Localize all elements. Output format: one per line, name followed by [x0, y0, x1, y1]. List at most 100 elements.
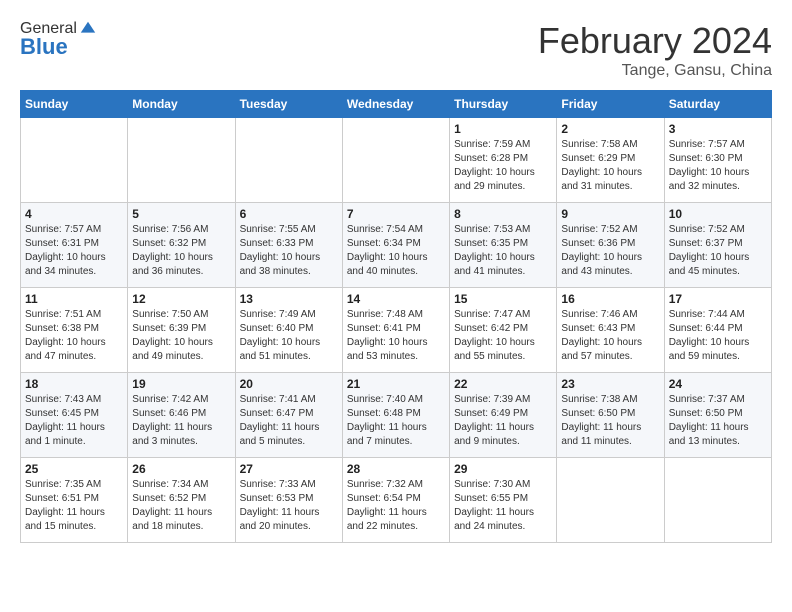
calendar-header: SundayMondayTuesdayWednesdayThursdayFrid… — [21, 91, 772, 118]
day-number: 1 — [454, 122, 552, 136]
day-info: Sunrise: 7:35 AM Sunset: 6:51 PM Dayligh… — [25, 478, 123, 534]
calendar-cell: 5 Sunrise: 7:56 AM Sunset: 6:32 PM Daylig… — [128, 203, 235, 288]
calendar-cell: 27Sunrise: 7:33 AM Sunset: 6:53 PM Dayli… — [235, 458, 342, 543]
day-of-week-header: Tuesday — [235, 91, 342, 118]
day-info: Sunrise: 7:56 AM Sunset: 6:32 PM Dayligh… — [132, 223, 230, 279]
day-number: 21 — [347, 377, 445, 391]
day-number: 10 — [669, 207, 767, 221]
day-info: Sunrise: 7:59 AM Sunset: 6:28 PM Dayligh… — [454, 138, 552, 194]
calendar-cell: 2 Sunrise: 7:58 AM Sunset: 6:29 PM Daylig… — [557, 118, 664, 203]
day-number: 19 — [132, 377, 230, 391]
calendar-cell: 4 Sunrise: 7:57 AM Sunset: 6:31 PM Daylig… — [21, 203, 128, 288]
calendar-cell: 24Sunrise: 7:37 AM Sunset: 6:50 PM Dayli… — [664, 373, 771, 458]
day-number: 15 — [454, 292, 552, 306]
calendar-week-row: 1 Sunrise: 7:59 AM Sunset: 6:28 PM Daylig… — [21, 118, 772, 203]
day-number: 2 — [561, 122, 659, 136]
day-info: Sunrise: 7:52 AM Sunset: 6:36 PM Dayligh… — [561, 223, 659, 279]
logo: General Blue — [20, 20, 97, 60]
calendar-cell: 28 Sunrise: 7:32 AM Sunset: 6:54 PM Dayli… — [342, 458, 449, 543]
day-number: 3 — [669, 122, 767, 136]
day-number: 6 — [240, 207, 338, 221]
day-info: Sunrise: 7:47 AM Sunset: 6:42 PM Dayligh… — [454, 308, 552, 364]
days-of-week-row: SundayMondayTuesdayWednesdayThursdayFrid… — [21, 91, 772, 118]
page-header: General Blue February 2024 Tange, Gansu,… — [20, 20, 772, 80]
day-number: 4 — [25, 207, 123, 221]
day-info: Sunrise: 7:52 AM Sunset: 6:37 PM Dayligh… — [669, 223, 767, 279]
day-of-week-header: Sunday — [21, 91, 128, 118]
day-number: 18 — [25, 377, 123, 391]
calendar-cell: 6 Sunrise: 7:55 AM Sunset: 6:33 PM Daylig… — [235, 203, 342, 288]
calendar-cell — [342, 118, 449, 203]
calendar-cell: 22Sunrise: 7:39 AM Sunset: 6:49 PM Dayli… — [450, 373, 557, 458]
day-number: 24 — [669, 377, 767, 391]
day-number: 16 — [561, 292, 659, 306]
location-title: Tange, Gansu, China — [538, 62, 772, 80]
day-number: 23 — [561, 377, 659, 391]
day-number: 13 — [240, 292, 338, 306]
day-number: 20 — [240, 377, 338, 391]
day-info: Sunrise: 7:46 AM Sunset: 6:43 PM Dayligh… — [561, 308, 659, 364]
calendar-cell: 16 Sunrise: 7:46 AM Sunset: 6:43 PM Dayli… — [557, 288, 664, 373]
calendar-cell: 14 Sunrise: 7:48 AM Sunset: 6:41 PM Dayli… — [342, 288, 449, 373]
day-info: Sunrise: 7:58 AM Sunset: 6:29 PM Dayligh… — [561, 138, 659, 194]
calendar-cell: 3 Sunrise: 7:57 AM Sunset: 6:30 PM Daylig… — [664, 118, 771, 203]
calendar-cell: 18 Sunrise: 7:43 AM Sunset: 6:45 PM Dayli… — [21, 373, 128, 458]
day-info: Sunrise: 7:30 AM Sunset: 6:55 PM Dayligh… — [454, 478, 552, 534]
day-number: 5 — [132, 207, 230, 221]
day-number: 9 — [561, 207, 659, 221]
month-title: February 2024 — [538, 20, 772, 62]
title-block: February 2024 Tange, Gansu, China — [538, 20, 772, 80]
logo-icon — [79, 20, 97, 38]
day-number: 12 — [132, 292, 230, 306]
day-info: Sunrise: 7:44 AM Sunset: 6:44 PM Dayligh… — [669, 308, 767, 364]
day-info: Sunrise: 7:57 AM Sunset: 6:30 PM Dayligh… — [669, 138, 767, 194]
calendar-cell — [557, 458, 664, 543]
day-number: 22 — [454, 377, 552, 391]
calendar-cell: 11 Sunrise: 7:51 AM Sunset: 6:38 PM Dayli… — [21, 288, 128, 373]
day-number: 17 — [669, 292, 767, 306]
calendar-cell: 1 Sunrise: 7:59 AM Sunset: 6:28 PM Daylig… — [450, 118, 557, 203]
day-info: Sunrise: 7:49 AM Sunset: 6:40 PM Dayligh… — [240, 308, 338, 364]
calendar-week-row: 18 Sunrise: 7:43 AM Sunset: 6:45 PM Dayli… — [21, 373, 772, 458]
day-number: 11 — [25, 292, 123, 306]
day-number: 8 — [454, 207, 552, 221]
calendar-cell — [235, 118, 342, 203]
calendar-cell: 12Sunrise: 7:50 AM Sunset: 6:39 PM Dayli… — [128, 288, 235, 373]
day-info: Sunrise: 7:57 AM Sunset: 6:31 PM Dayligh… — [25, 223, 123, 279]
calendar-cell: 15 Sunrise: 7:47 AM Sunset: 6:42 PM Dayli… — [450, 288, 557, 373]
day-info: Sunrise: 7:43 AM Sunset: 6:45 PM Dayligh… — [25, 393, 123, 449]
calendar-cell: 25 Sunrise: 7:35 AM Sunset: 6:51 PM Dayli… — [21, 458, 128, 543]
calendar-cell — [128, 118, 235, 203]
calendar-cell: 21 Sunrise: 7:40 AM Sunset: 6:48 PM Dayli… — [342, 373, 449, 458]
day-of-week-header: Friday — [557, 91, 664, 118]
calendar-cell — [21, 118, 128, 203]
day-info: Sunrise: 7:48 AM Sunset: 6:41 PM Dayligh… — [347, 308, 445, 364]
calendar-cell: 17 Sunrise: 7:44 AM Sunset: 6:44 PM Dayli… — [664, 288, 771, 373]
calendar-week-row: 4 Sunrise: 7:57 AM Sunset: 6:31 PM Daylig… — [21, 203, 772, 288]
day-info: Sunrise: 7:53 AM Sunset: 6:35 PM Dayligh… — [454, 223, 552, 279]
day-number: 28 — [347, 462, 445, 476]
day-info: Sunrise: 7:42 AM Sunset: 6:46 PM Dayligh… — [132, 393, 230, 449]
calendar-cell: 7Sunrise: 7:54 AM Sunset: 6:34 PM Daylig… — [342, 203, 449, 288]
calendar-cell: 8 Sunrise: 7:53 AM Sunset: 6:35 PM Daylig… — [450, 203, 557, 288]
day-number: 27 — [240, 462, 338, 476]
day-info: Sunrise: 7:41 AM Sunset: 6:47 PM Dayligh… — [240, 393, 338, 449]
calendar-cell: 10 Sunrise: 7:52 AM Sunset: 6:37 PM Dayli… — [664, 203, 771, 288]
calendar-cell: 23 Sunrise: 7:38 AM Sunset: 6:50 PM Dayli… — [557, 373, 664, 458]
calendar-week-row: 25 Sunrise: 7:35 AM Sunset: 6:51 PM Dayli… — [21, 458, 772, 543]
calendar-cell: 29Sunrise: 7:30 AM Sunset: 6:55 PM Dayli… — [450, 458, 557, 543]
calendar-week-row: 11 Sunrise: 7:51 AM Sunset: 6:38 PM Dayli… — [21, 288, 772, 373]
calendar-cell: 13 Sunrise: 7:49 AM Sunset: 6:40 PM Dayli… — [235, 288, 342, 373]
day-info: Sunrise: 7:55 AM Sunset: 6:33 PM Dayligh… — [240, 223, 338, 279]
calendar-body: 1 Sunrise: 7:59 AM Sunset: 6:28 PM Daylig… — [21, 118, 772, 543]
calendar-cell: 20 Sunrise: 7:41 AM Sunset: 6:47 PM Dayli… — [235, 373, 342, 458]
day-number: 25 — [25, 462, 123, 476]
calendar-cell — [664, 458, 771, 543]
calendar-cell: 26Sunrise: 7:34 AM Sunset: 6:52 PM Dayli… — [128, 458, 235, 543]
day-info: Sunrise: 7:51 AM Sunset: 6:38 PM Dayligh… — [25, 308, 123, 364]
day-number: 14 — [347, 292, 445, 306]
day-info: Sunrise: 7:38 AM Sunset: 6:50 PM Dayligh… — [561, 393, 659, 449]
day-info: Sunrise: 7:32 AM Sunset: 6:54 PM Dayligh… — [347, 478, 445, 534]
day-info: Sunrise: 7:40 AM Sunset: 6:48 PM Dayligh… — [347, 393, 445, 449]
calendar-cell: 19 Sunrise: 7:42 AM Sunset: 6:46 PM Dayli… — [128, 373, 235, 458]
